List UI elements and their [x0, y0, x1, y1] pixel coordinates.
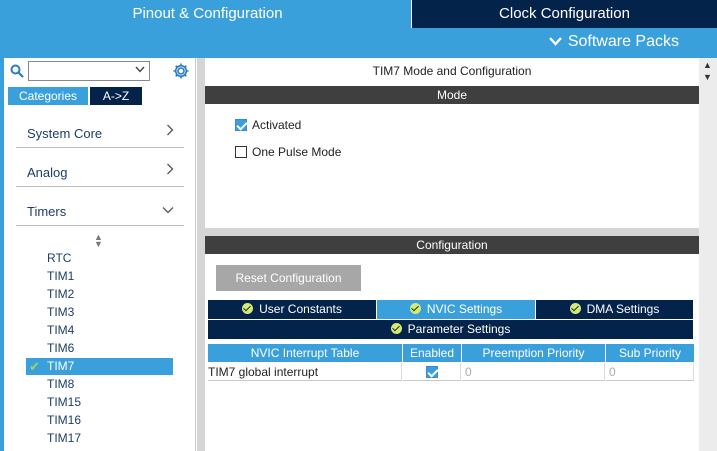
category-timers[interactable]: Timers [16, 196, 184, 226]
gear-icon[interactable] [172, 62, 190, 80]
timer-item-tim6[interactable]: TIM6 [26, 340, 173, 357]
timer-label: TIM1 [47, 269, 75, 283]
tab-nvic-settings[interactable]: NVIC Settings [377, 300, 535, 319]
column-header-interrupt-table[interactable]: NVIC Interrupt Table [208, 344, 402, 362]
software-packs-bar: Software Packs [4, 28, 717, 58]
timer-item-tim3[interactable]: TIM3 [26, 304, 173, 321]
tab-clock-configuration[interactable]: Clock Configuration [412, 0, 717, 28]
category-system-core[interactable]: System Core [16, 118, 184, 148]
timer-item-tim4[interactable]: TIM4 [26, 322, 173, 339]
column-header-enabled[interactable]: Enabled [403, 344, 461, 362]
configuration-section-header: Configuration [205, 236, 699, 254]
check-circle-icon [569, 303, 581, 314]
timer-label: RTC [47, 251, 72, 265]
category-label: System Core [27, 126, 103, 141]
timer-item-tim7[interactable]: ✔ TIM7 [26, 358, 173, 375]
top-tab-bar: Pinout & Configuration Clock Configurati… [0, 0, 717, 28]
tab-user-constants[interactable]: User Constants [208, 300, 376, 319]
category-analog[interactable]: Analog [16, 157, 184, 187]
tab-label: NVIC Settings [426, 302, 503, 316]
chevron-down-icon [162, 201, 174, 217]
reset-configuration-button[interactable]: Reset Configuration [216, 265, 361, 291]
tab-dma-settings[interactable]: DMA Settings [536, 300, 693, 319]
timer-item-tim8[interactable]: TIM8 [26, 376, 173, 393]
check-icon: ✔ [29, 359, 40, 374]
timer-item-rtc[interactable]: RTC [26, 250, 173, 267]
software-packs-label: Software Packs [567, 33, 679, 50]
search-icon[interactable] [10, 64, 24, 78]
timer-label: TIM6 [47, 341, 75, 355]
tab-parameter-settings[interactable]: Parameter Settings [208, 320, 693, 339]
check-circle-icon [242, 303, 254, 314]
arrow-down-icon[interactable]: ▼ [703, 72, 712, 82]
timer-item-tim15[interactable]: TIM15 [26, 394, 173, 411]
table-row-enabled-cell [403, 363, 461, 381]
configuration-panel: Configuration Reset Configuration User C… [205, 236, 699, 451]
tab-pinout-configuration[interactable]: Pinout & Configuration [4, 0, 411, 28]
one-pulse-mode-checkbox[interactable] [235, 146, 247, 158]
tab-label: User Constants [259, 302, 342, 316]
right-scrollbar[interactable]: ▲ ▼ [699, 58, 717, 451]
software-packs-button[interactable]: Software Packs [548, 33, 679, 51]
scroll-up-icon[interactable]: ▲ ▼ [94, 233, 103, 249]
timer-label: TIM4 [47, 323, 75, 337]
tab-a-to-z[interactable]: A->Z [90, 87, 142, 105]
mode-panel: TIM7 Mode and Configuration Mode Activat… [205, 58, 699, 228]
timer-item-tim16[interactable]: TIM16 [26, 412, 173, 429]
timer-item-tim17[interactable]: TIM17 [26, 430, 173, 447]
chevron-down-icon[interactable] [135, 64, 145, 76]
mode-section-header: Mode [205, 86, 699, 104]
timer-label: TIM17 [47, 431, 82, 445]
timer-label: TIM15 [47, 395, 82, 409]
category-label: Timers [27, 204, 67, 219]
check-circle-icon [390, 323, 402, 334]
timer-item-tim2[interactable]: TIM2 [26, 286, 173, 303]
timer-label: TIM7 [47, 359, 75, 373]
tab-categories[interactable]: Categories [8, 87, 88, 105]
chevron-right-icon [166, 123, 174, 139]
chevron-right-icon [166, 162, 174, 178]
left-panel: Categories A->Z System Core Analog Timer… [4, 58, 196, 451]
activated-label: Activated [252, 118, 302, 132]
timer-label: TIM16 [47, 413, 82, 427]
timer-label: TIM8 [47, 377, 75, 391]
column-header-sub-priority[interactable]: Sub Priority [606, 344, 694, 362]
column-header-preemption-priority[interactable]: Preemption Priority [462, 344, 605, 362]
tab-label: Parameter Settings [407, 322, 511, 336]
search-combobox[interactable] [28, 61, 150, 81]
tab-label: DMA Settings [586, 302, 660, 316]
timer-label: TIM3 [47, 305, 75, 319]
arrow-up-icon[interactable]: ▲ [703, 60, 712, 70]
chevron-down-icon [548, 33, 562, 49]
table-row-name: TIM7 global interrupt [208, 363, 402, 381]
check-circle-icon [409, 303, 421, 314]
activated-checkbox[interactable] [235, 119, 247, 131]
sub-priority-field[interactable]: 0 [606, 363, 694, 381]
enabled-checkbox[interactable] [426, 366, 438, 378]
preemption-priority-field[interactable]: 0 [462, 363, 605, 381]
panel-title: TIM7 Mode and Configuration [372, 64, 532, 78]
timer-label: TIM2 [47, 287, 75, 301]
one-pulse-mode-label: One Pulse Mode [252, 145, 342, 159]
category-label: Analog [27, 165, 68, 180]
timer-item-tim1[interactable]: TIM1 [26, 268, 173, 285]
